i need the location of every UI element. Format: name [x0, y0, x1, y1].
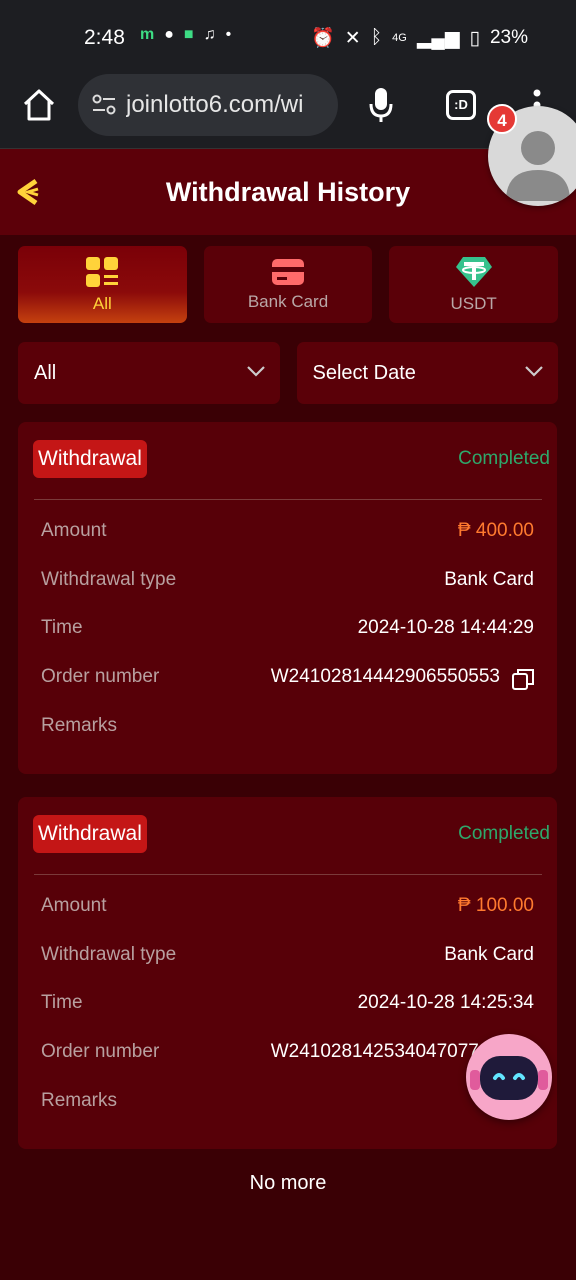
withdrawal-type-value: Bank Card	[444, 944, 534, 965]
amount-row: Amount ₱ 100.00	[41, 895, 534, 921]
order-number-label: Order number	[41, 666, 160, 687]
withdrawal-type-row: Withdrawal type Bank Card	[41, 569, 534, 595]
record-type-badge: Withdrawal	[33, 440, 147, 478]
tab-bank-card[interactable]: Bank Card	[203, 246, 373, 323]
end-of-list-text: No more	[249, 1172, 327, 1194]
site-settings-icon[interactable]	[92, 94, 116, 116]
withdrawal-type-label: Withdrawal type	[41, 944, 177, 965]
app-m-icon: m	[140, 26, 155, 43]
tab-bank-card-label: Bank Card	[247, 291, 329, 311]
withdrawal-type-value: Bank Card	[444, 569, 534, 590]
page-title: Withdrawal History	[165, 176, 411, 207]
order-number-row: Order number W2410281444290655055​3	[41, 666, 534, 692]
remarks-row: Remarks	[41, 715, 534, 741]
tab-usdt[interactable]: USDT	[389, 246, 559, 323]
bluetooth-icon: ᛒ	[370, 27, 383, 48]
filters-row: All Select Date	[18, 342, 558, 404]
battery-icon: ▯	[469, 27, 480, 49]
tab-all-label: All	[92, 293, 112, 313]
bell-icon: ♫	[203, 26, 216, 43]
order-number-value: W2410281444290655055​3	[270, 666, 500, 687]
url-text[interactable]: joinlotto6.com/wi	[126, 91, 331, 119]
mute-icon: ✕	[344, 27, 361, 49]
amount-value: ₱ 400.00	[457, 520, 534, 541]
usdt-icon	[455, 256, 492, 287]
status-time: 2:48	[84, 26, 125, 49]
network-label: 4G	[392, 32, 407, 44]
status-badge: Completed	[458, 823, 550, 844]
alarm-icon: ⏰	[311, 28, 335, 49]
withdrawal-record: Withdrawal Completed Amount ₱ 400.00 Wit…	[18, 422, 557, 774]
chevron-down-icon	[525, 366, 543, 377]
amount-label: Amount	[41, 520, 107, 541]
back-arrow-icon[interactable]	[14, 177, 42, 207]
date-select-value: Select Date	[312, 361, 416, 384]
robot-icon	[470, 1056, 548, 1100]
battery-percent: 23%	[489, 27, 528, 48]
status-bar: 2:48 m ● ■ ♫ • ⏰ ✕ ᛒ 4G ▂▄▆ ▯ 23%	[0, 0, 576, 72]
messages-icon: ■	[183, 26, 194, 43]
remarks-label: Remarks	[41, 1090, 118, 1111]
amount-label: Amount	[41, 895, 107, 916]
date-select[interactable]: Select Date	[296, 342, 558, 404]
copy-icon[interactable]	[512, 668, 534, 690]
signal-icon: ▂▄▆	[416, 27, 460, 49]
chevron-down-icon	[246, 366, 265, 377]
status-badge: Completed	[458, 448, 550, 469]
order-number-label: Order number	[41, 1041, 160, 1062]
type-select-value: All	[34, 361, 57, 384]
time-label: Time	[41, 617, 83, 638]
withdrawal-filter-tabs: All Bank Card USDT	[18, 246, 559, 324]
status-system-icons: ⏰ ✕ ᛒ 4G ▂▄▆ ▯ 23%	[311, 26, 528, 50]
amount-value: ₱ 100.00	[457, 895, 534, 916]
amount-row: Amount ₱ 400.00	[41, 520, 534, 546]
time-label: Time	[41, 992, 83, 1013]
home-icon[interactable]	[22, 88, 56, 122]
notification-badge: 4	[487, 104, 517, 134]
divider	[34, 499, 542, 500]
bank-card-icon	[272, 258, 304, 285]
time-value: 2024-10-28 14:25:34	[357, 992, 534, 1013]
microphone-icon[interactable]	[368, 86, 394, 124]
remarks-label: Remarks	[41, 715, 118, 736]
remarks-row: Remarks	[41, 1090, 534, 1116]
grid-icon	[86, 256, 119, 287]
status-notification-icons: m ● ■ ♫ •	[140, 26, 231, 44]
time-value: 2024-10-28 14:44:29	[357, 617, 534, 638]
url-bar[interactable]: joinlotto6.com/wi	[78, 74, 338, 136]
support-bot-button[interactable]	[466, 1034, 552, 1120]
withdrawal-type-row: Withdrawal type Bank Card	[41, 944, 534, 970]
type-select[interactable]: All	[18, 342, 280, 404]
time-row: Time 2024-10-28 14:44:29	[41, 617, 534, 643]
tab-switcher-button[interactable]: :D	[446, 90, 476, 120]
divider	[34, 874, 542, 875]
tab-usdt-label: USDT	[450, 293, 497, 313]
tab-all[interactable]: All	[18, 246, 187, 323]
withdrawal-type-label: Withdrawal type	[41, 569, 177, 590]
messenger-icon: ●	[164, 26, 174, 43]
dot-icon: •	[225, 26, 232, 43]
order-number-row: Order number W241028142534047077​91	[41, 1041, 534, 1067]
time-row: Time 2024-10-28 14:25:34	[41, 992, 534, 1018]
record-type-badge: Withdrawal	[33, 815, 147, 853]
